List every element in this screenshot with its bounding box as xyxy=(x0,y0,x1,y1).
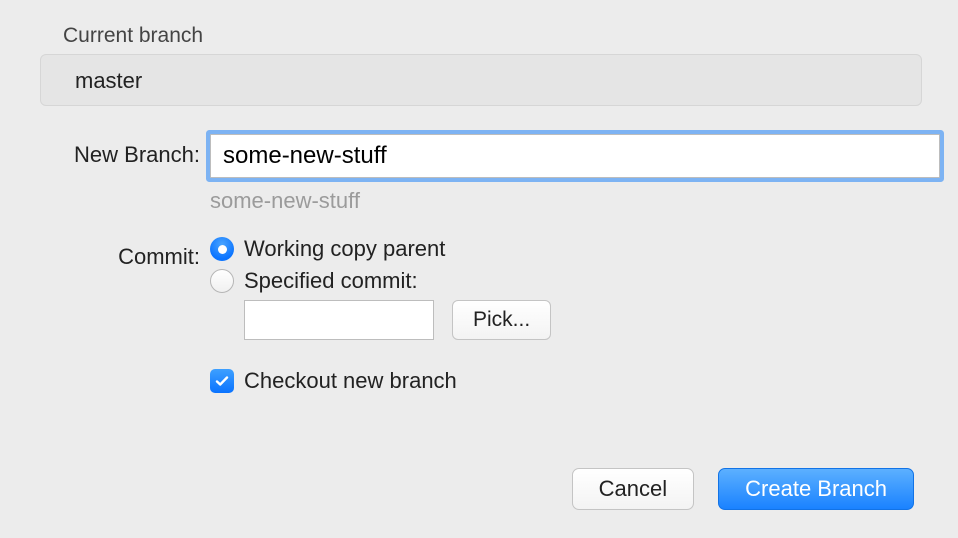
radio-specified-label: Specified commit: xyxy=(244,268,418,294)
new-branch-hint: some-new-stuff xyxy=(210,188,940,214)
checkout-checkbox-row[interactable]: Checkout new branch xyxy=(210,368,918,394)
commit-row: Commit: Working copy parent Specified co… xyxy=(40,236,918,400)
new-branch-label: New Branch: xyxy=(40,134,210,168)
checkbox-checked-icon xyxy=(210,369,234,393)
radio-dot-icon xyxy=(210,237,234,261)
new-branch-row: New Branch: some-new-stuff xyxy=(40,134,918,214)
radio-working-copy[interactable]: Working copy parent xyxy=(210,236,918,262)
cancel-button[interactable]: Cancel xyxy=(572,468,694,510)
dialog-footer: Cancel Create Branch xyxy=(572,468,914,510)
pick-commit-button[interactable]: Pick... xyxy=(452,300,551,340)
specified-commit-input[interactable] xyxy=(244,300,434,340)
current-branch-value: master xyxy=(40,54,922,106)
commit-label: Commit: xyxy=(40,236,210,270)
new-branch-input[interactable] xyxy=(210,134,940,178)
radio-empty-icon xyxy=(210,269,234,293)
current-branch-label: Current branch xyxy=(63,24,918,48)
create-branch-button[interactable]: Create Branch xyxy=(718,468,914,510)
radio-working-copy-label: Working copy parent xyxy=(244,236,445,262)
radio-specified-commit[interactable]: Specified commit: xyxy=(210,268,918,294)
create-branch-dialog: Current branch master New Branch: some-n… xyxy=(0,0,958,538)
checkout-checkbox-label: Checkout new branch xyxy=(244,368,457,394)
